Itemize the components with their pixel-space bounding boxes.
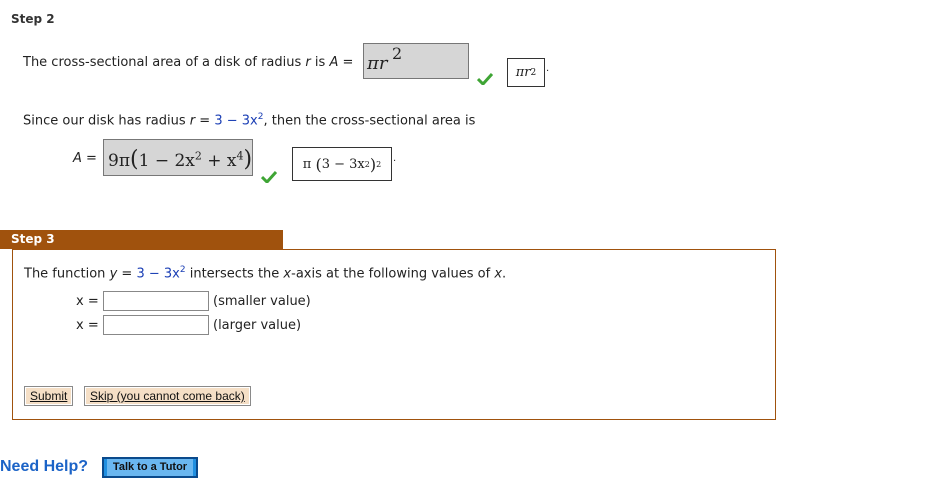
step3-question: The function y = 3 − 3x2 intersects the …	[24, 265, 506, 281]
step3-header: Step 3	[0, 230, 283, 249]
smaller-value-hint: (smaller value)	[213, 294, 311, 309]
line1-A: A	[329, 55, 339, 70]
expr-close-paren: )	[243, 147, 253, 172]
line1-is: is	[314, 55, 326, 70]
correct-pi: π	[302, 156, 312, 172]
step2-title: Step 2	[11, 12, 55, 26]
larger-value-input[interactable]	[103, 315, 209, 335]
talk-to-tutor-label: Talk to a Tutor	[106, 459, 194, 476]
submit-button[interactable]: Submit	[24, 386, 74, 406]
area-correct-text: πr	[515, 65, 531, 80]
step2-line2: Since our disk has radius r = 3 − 3x2, t…	[23, 112, 475, 128]
line2-suffix: , then the cross-sectional area is	[263, 113, 476, 129]
line1-r: r	[305, 55, 311, 70]
question-middle: intersects the	[189, 266, 280, 282]
area-answer-exp: 2	[392, 44, 403, 63]
smaller-value-input[interactable]	[103, 291, 209, 311]
line3-eq: =	[86, 151, 97, 166]
question-axis-suffix: -axis at the following values of	[291, 266, 491, 282]
area-correct-exp: 2	[530, 67, 537, 78]
expr-inner-plus: + x	[201, 151, 237, 171]
line1-prefix: The cross-sectional area of a disk of ra…	[23, 55, 302, 70]
expr-open-paren: (	[130, 147, 139, 172]
correct-dot: ·	[546, 66, 550, 77]
area-expression-field[interactable]: 9π(1 − 2x2 + x4)	[103, 139, 253, 176]
step2-line3-label: A =	[73, 151, 97, 166]
line2-r: r	[189, 113, 196, 129]
skip-button[interactable]: Skip (you cannot come back)	[84, 386, 251, 406]
area-answer-field[interactable]: πr 2	[363, 43, 469, 79]
talk-to-tutor-button[interactable]: Talk to a Tutor	[102, 457, 198, 478]
expr-inner-exp2: 4	[236, 149, 244, 163]
question-eq: =	[121, 266, 133, 282]
correct-outer-exp: 2	[376, 159, 382, 169]
question-x: x	[494, 266, 503, 282]
question-period: .	[502, 266, 507, 282]
question-y: y	[109, 266, 118, 282]
expr-inner-exp: 2	[194, 149, 202, 163]
line2-eq: =	[199, 113, 211, 129]
question-expr: 3 − 3x	[136, 266, 180, 282]
expr-coef: 9π	[108, 151, 130, 171]
area-correct-answer: πr 2	[507, 58, 545, 87]
correct-inner: 3 − 3x	[321, 156, 365, 172]
question-prefix: The function	[24, 266, 106, 282]
line1-eq: =	[342, 55, 354, 70]
smaller-value-label: x =	[76, 294, 99, 309]
step2-line1: The cross-sectional area of a disk of ra…	[23, 55, 353, 70]
question-axis-x: x	[283, 266, 292, 282]
expr-inner: 1 − 2x	[138, 151, 195, 171]
larger-value-label: x =	[76, 318, 99, 333]
expression-correct-answer: π (3 − 3x 2) 2	[292, 147, 392, 181]
area-answer-text: πr	[367, 53, 388, 74]
need-help-label: Need Help?	[0, 458, 89, 475]
question-exp: 2	[179, 265, 186, 275]
line3-A: A	[73, 151, 82, 166]
line2-expr: 3 − 3x	[214, 113, 258, 129]
check-icon	[477, 73, 493, 85]
check-icon	[261, 171, 277, 183]
correct-dot: ·	[393, 156, 397, 167]
larger-value-hint: (larger value)	[213, 318, 302, 333]
line2-prefix: Since our disk has radius	[23, 113, 186, 129]
